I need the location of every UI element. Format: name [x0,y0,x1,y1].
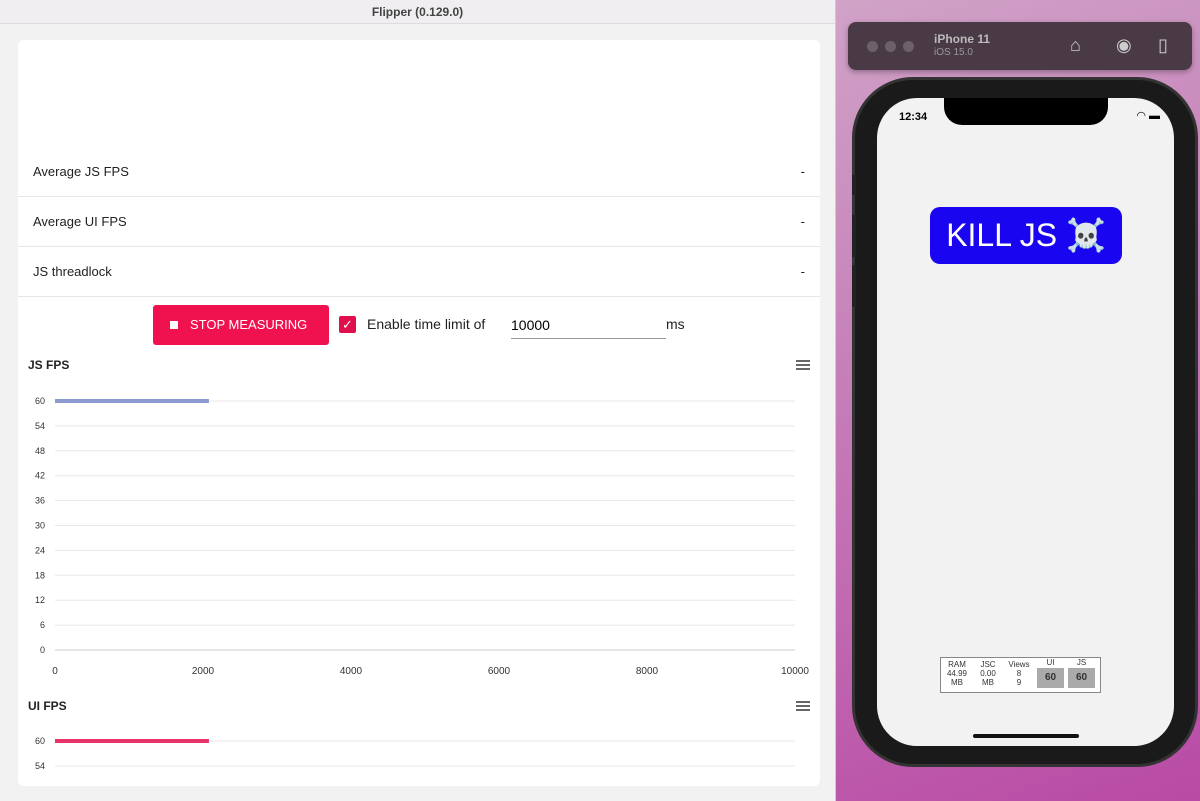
y-tick-label: 30 [35,521,45,531]
stat-row-js-threadlock: JS threadlock - [18,247,820,297]
jsc-label: JSC [980,660,996,669]
time-limit-input[interactable] [511,311,666,339]
js-chart-menu-icon[interactable] [796,360,810,370]
y-tick-label: 12 [35,595,45,605]
ram-unit: MB [951,678,963,687]
window-minimize-dot[interactable] [885,41,896,52]
performance-panel: Average JS FPS - Average UI FPS - JS threa… [18,40,820,786]
ui-chart-menu-icon[interactable] [796,701,810,711]
x-tick-label: 10000 [781,666,809,677]
stop-label: STOP MEASURING [190,317,308,332]
x-tick-label: 4000 [340,666,363,677]
y-tick-label: 60 [35,736,45,746]
js-label: JS [1076,658,1087,667]
time-limit-unit: ms [666,316,685,332]
jsc-value: 0.00 [980,669,996,678]
js-fps-value: 60 [1068,668,1095,688]
y-tick-label: 48 [35,446,45,456]
stat-label: Average UI FPS [33,214,127,229]
device-os: iOS 15.0 [934,47,973,58]
window-zoom-dot[interactable] [903,41,914,52]
ui-fps-chart-title: UI FPS [28,699,67,713]
simulator-toolbar: iPhone 11 iOS 15.0 ⌂ ◉ ▯ [848,22,1192,70]
window-title: Flipper (0.129.0) [0,0,835,24]
window-close-dot[interactable] [867,41,878,52]
y-tick-label: 18 [35,570,45,580]
js-fps-chart-title: JS FPS [28,358,70,372]
stat-value: - [800,264,805,279]
views-b: 9 [1016,678,1022,687]
device-name: iPhone 11 [934,32,991,46]
jsc-unit: MB [982,678,994,687]
flipper-window: Flipper (0.129.0) Average JS FPS - Averag… [0,0,836,801]
stat-value: - [800,164,805,179]
iphone-frame: 12:34 ◠ ▬ KILL JS ☠️ RAM 44.99 MB JSC 0.00 M… [852,80,1195,764]
stat-label: Average JS FPS [33,164,129,179]
ram-label: RAM [948,660,966,669]
x-tick-label: 8000 [636,666,659,677]
measure-controls: STOP MEASURING ✓ Enable time limit of ms [18,305,820,345]
stat-row-avg-ui-fps: Average UI FPS - [18,197,820,247]
volume-up-button [852,215,856,257]
y-tick-label: 0 [40,645,45,655]
stat-label: JS threadlock [33,264,112,279]
kill-js-button[interactable]: KILL JS ☠️ [930,207,1122,264]
y-tick-label: 36 [35,496,45,506]
stop-icon [170,321,178,329]
wifi-battery-icon: ◠ ▬ [1136,110,1160,122]
y-tick-label: 54 [35,421,45,431]
views-a: 8 [1016,669,1022,678]
home-indicator [973,734,1079,738]
ui-fps-value: 60 [1037,668,1064,688]
ui-fps-chart: 54 60 [35,736,795,771]
ram-value: 44.99 [946,669,968,678]
volume-down-button [852,265,856,307]
stat-row-avg-js-fps: Average JS FPS - [18,147,820,197]
x-tick-label: 0 [52,666,58,677]
ui-label: UI [1046,658,1055,667]
y-tick-label: 60 [35,396,45,406]
y-tick-label: 54 [35,761,45,771]
notch [944,98,1108,125]
status-time: 12:34 [899,111,928,123]
views-label: Views [1008,660,1030,669]
stop-measuring-button[interactable]: STOP MEASURING [153,305,329,345]
screenshot-icon[interactable]: ◉ [1116,35,1132,56]
time-limit-checkbox[interactable]: ✓ [339,316,356,333]
phone-screen: 12:34 ◠ ▬ KILL JS ☠️ RAM 44.99 MB JSC 0.00 M… [877,98,1174,746]
stat-value: - [800,214,805,229]
time-limit-label: Enable time limit of [367,316,486,332]
perf-monitor: RAM 44.99 MB JSC 0.00 MB Views 8 9 UI 60 JS 60 [940,657,1101,693]
y-tick-label: 42 [35,471,45,481]
x-tick-label: 2000 [192,666,215,677]
y-tick-label: 24 [35,545,45,555]
side-button [852,175,856,195]
js-fps-chart: 0 6 12 18 24 30 36 42 48 54 60 0 2000 4000 6000 8000 100… [35,396,809,677]
rotate-icon[interactable]: ▯ [1158,35,1168,56]
home-icon[interactable]: ⌂ [1070,35,1081,56]
x-tick-label: 6000 [488,666,511,677]
y-tick-label: 6 [40,620,45,630]
